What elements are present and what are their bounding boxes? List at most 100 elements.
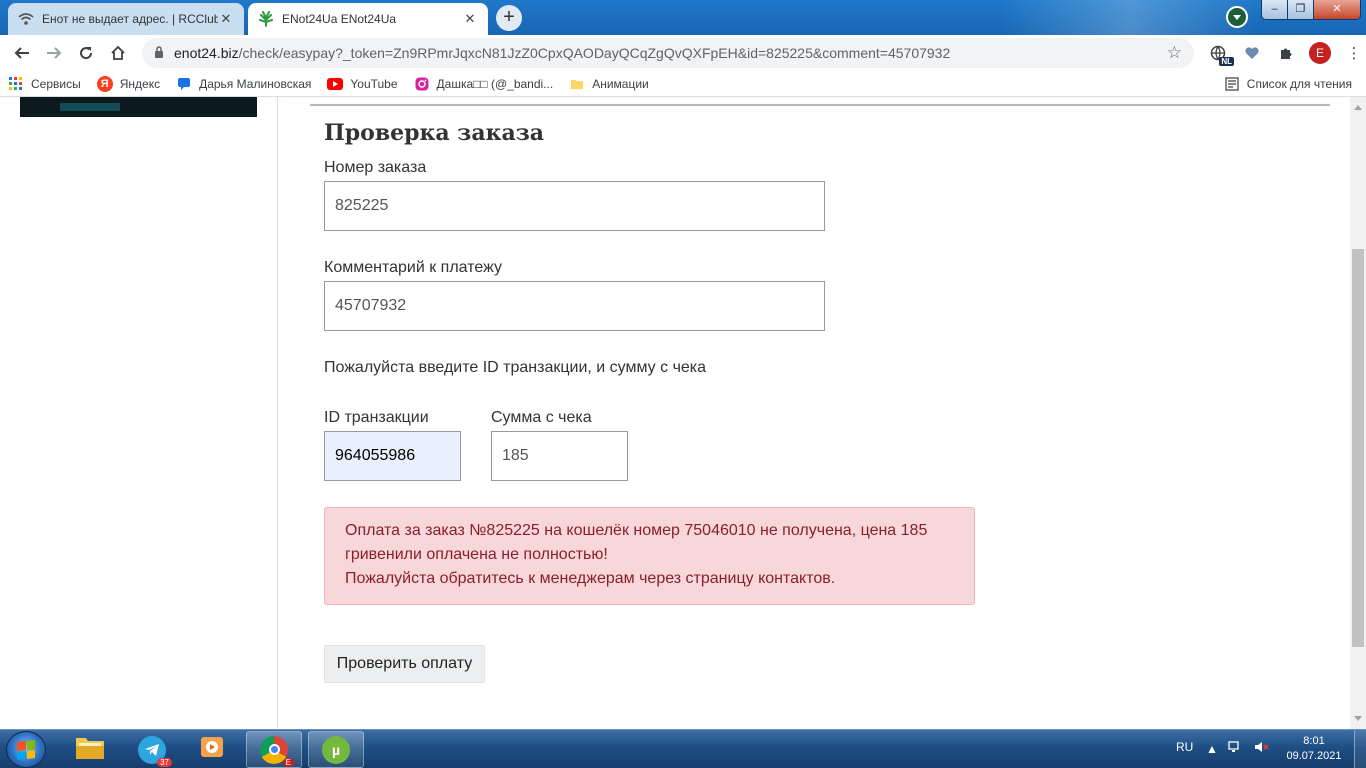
show-desktop-button[interactable] — [1354, 730, 1366, 768]
minimize-button[interactable]: ‒ — [1262, 0, 1288, 19]
back-arrow-icon[interactable] — [6, 37, 38, 69]
kebab-menu-icon[interactable]: ⋮ — [1340, 39, 1366, 67]
forward-arrow-icon[interactable] — [38, 37, 70, 69]
telegram-unread-badge: 37 — [157, 757, 172, 767]
language-indicator[interactable]: RU — [1176, 740, 1193, 754]
order-number-field[interactable]: 825225 — [324, 181, 825, 231]
avatar: E — [1309, 42, 1331, 64]
folder-icon — [569, 76, 585, 92]
instruction-text: Пожалуйста введите ID транзакции, и сумм… — [324, 359, 707, 376]
windows-taskbar: 37 E µ RU ▲ 8:01 09.07.2021 — [0, 729, 1366, 768]
vpn-globe-icon[interactable]: NL — [1204, 39, 1234, 67]
section-divider — [310, 104, 1330, 106]
utorrent-icon: µ — [322, 735, 350, 764]
extensions-area: NL E ⋮ — [1204, 39, 1366, 67]
windows-logo-icon — [17, 739, 35, 760]
bookmark-services[interactable]: Сервисы — [0, 71, 89, 97]
taskbar-explorer[interactable] — [62, 731, 118, 768]
url-path: /check/easypay?_token=Zn9RPmrJqxcN81JzZ0… — [238, 45, 951, 61]
url-text: enot24.biz/check/easypay?_token=Zn9RPmrJ… — [174, 45, 1167, 61]
telegram-icon: 37 — [138, 735, 172, 767]
alert-contact-message: Пожалуйста обратитесь к менеджерам через… — [345, 570, 836, 587]
scroll-up-arrow-icon[interactable] — [1354, 105, 1362, 110]
receipt-sum-label: Сумма с чека — [491, 409, 592, 426]
bookmark-label: Анимации — [592, 76, 649, 91]
bookmark-youtube[interactable]: YouTube — [319, 71, 405, 97]
maximize-button[interactable]: ❐ — [1288, 0, 1314, 19]
chat-icon — [176, 76, 192, 92]
tab-search-icon[interactable] — [1226, 6, 1248, 28]
file-explorer-icon — [75, 734, 105, 765]
network-icon[interactable] — [1228, 740, 1244, 757]
taskbar-utorrent[interactable]: µ — [308, 731, 364, 768]
profile-avatar[interactable]: E — [1306, 39, 1334, 67]
tab-title: ENot24Ua ENot24Ua — [282, 12, 397, 26]
scroll-down-arrow-icon[interactable] — [1354, 716, 1362, 721]
clock-time: 8:01 — [1303, 735, 1325, 747]
bookmark-label: Дарья Малиновская — [199, 76, 312, 91]
scrollbar-thumb[interactable] — [1352, 249, 1364, 647]
heart-extension-icon[interactable] — [1238, 39, 1266, 67]
volume-muted-icon[interactable] — [1254, 740, 1270, 757]
page-title: Проверка заказа — [324, 120, 545, 146]
window-controls: ‒ ❐ ✕ — [1261, 0, 1361, 20]
start-button[interactable] — [6, 731, 46, 768]
show-hidden-icons-icon[interactable]: ▲ — [1206, 742, 1218, 756]
chrome-profile-badge: E — [282, 757, 294, 767]
bookmark-animations[interactable]: Анимации — [561, 71, 657, 97]
reading-list-button[interactable]: Список для чтения — [1224, 71, 1352, 97]
instagram-icon — [414, 76, 430, 92]
new-tab-button[interactable]: + — [496, 5, 522, 31]
tab-title: Енот не выдает адрес. | RCClub — [42, 12, 218, 26]
taskbar-chrome[interactable]: E — [246, 731, 302, 768]
reading-list-label: Список для чтения — [1246, 77, 1352, 91]
wifi-favicon-icon — [18, 11, 34, 27]
reload-icon[interactable] — [70, 37, 102, 69]
page-viewport: Проверка заказа Номер заказа 825225 Комм… — [0, 97, 1350, 729]
close-icon[interactable]: ✕ — [218, 11, 234, 27]
youtube-icon — [327, 76, 344, 92]
taskbar-telegram[interactable]: 37 — [124, 731, 180, 768]
reading-list-icon — [1224, 76, 1240, 92]
bookmark-instagram[interactable]: Дашка□□ (@_bandi... — [406, 71, 562, 97]
system-tray: ▲ — [1206, 740, 1270, 757]
bookmark-label: Дашка□□ (@_bandi... — [436, 76, 554, 91]
nl-badge: NL — [1219, 57, 1234, 66]
payment-comment-label: Комментарий к платежу — [324, 259, 502, 276]
page-scrollbar[interactable] — [1350, 97, 1366, 729]
tab-rcclub[interactable]: Енот не выдает адрес. | RCClub ✕ — [8, 3, 244, 35]
bookmarks-bar: Сервисы Я Яндекс Дарья Малиновская YouTu… — [0, 71, 1366, 97]
bookmark-label: Сервисы — [31, 76, 81, 91]
alert-message: Оплата за заказ №825225 на кошелёк номер… — [345, 522, 928, 563]
clock[interactable]: 8:01 09.07.2021 — [1284, 734, 1344, 764]
media-player-icon — [199, 734, 225, 765]
lock-icon[interactable] — [154, 45, 164, 61]
close-window-button[interactable]: ✕ — [1314, 0, 1360, 19]
receipt-sum-input[interactable]: 185 — [491, 431, 628, 481]
transaction-id-input[interactable]: 964055986 — [324, 431, 461, 481]
bookmark-star-icon[interactable]: ☆ — [1167, 43, 1182, 63]
address-bar[interactable]: enot24.biz/check/easypay?_token=Zn9RPmrJ… — [142, 38, 1194, 68]
extensions-puzzle-icon[interactable] — [1272, 39, 1300, 67]
bookmark-yandex[interactable]: Я Яндекс — [89, 71, 168, 97]
apps-grid-icon — [8, 76, 24, 92]
clock-date: 09.07.2021 — [1286, 750, 1342, 762]
check-payment-button[interactable]: Проверить оплату — [324, 645, 485, 683]
error-alert: Оплата за заказ №825225 на кошелёк номер… — [324, 507, 975, 605]
sidebar-banner-image — [20, 97, 257, 117]
order-number-label: Номер заказа — [324, 159, 427, 176]
taskbar-media-player[interactable] — [184, 731, 240, 768]
bookmark-label: YouTube — [350, 76, 398, 91]
sidebar-divider — [277, 97, 278, 729]
bookmark-label: Яндекс — [119, 76, 161, 91]
titlebar-decoration — [1000, 0, 1260, 35]
bookmark-darya[interactable]: Дарья Малиновская — [168, 71, 319, 97]
home-icon[interactable] — [102, 37, 134, 69]
tab-enot24[interactable]: ENot24Ua ENot24Ua ✕ — [248, 3, 488, 35]
close-icon[interactable]: ✕ — [462, 11, 478, 27]
leaf-favicon-icon — [258, 11, 274, 27]
chrome-icon: E — [260, 735, 294, 767]
transaction-id-label: ID транзакции — [324, 409, 429, 426]
tab-strip: Енот не выдает адрес. | RCClub ✕ ENot24U… — [0, 0, 1366, 35]
payment-comment-field[interactable]: 45707932 — [324, 281, 825, 331]
